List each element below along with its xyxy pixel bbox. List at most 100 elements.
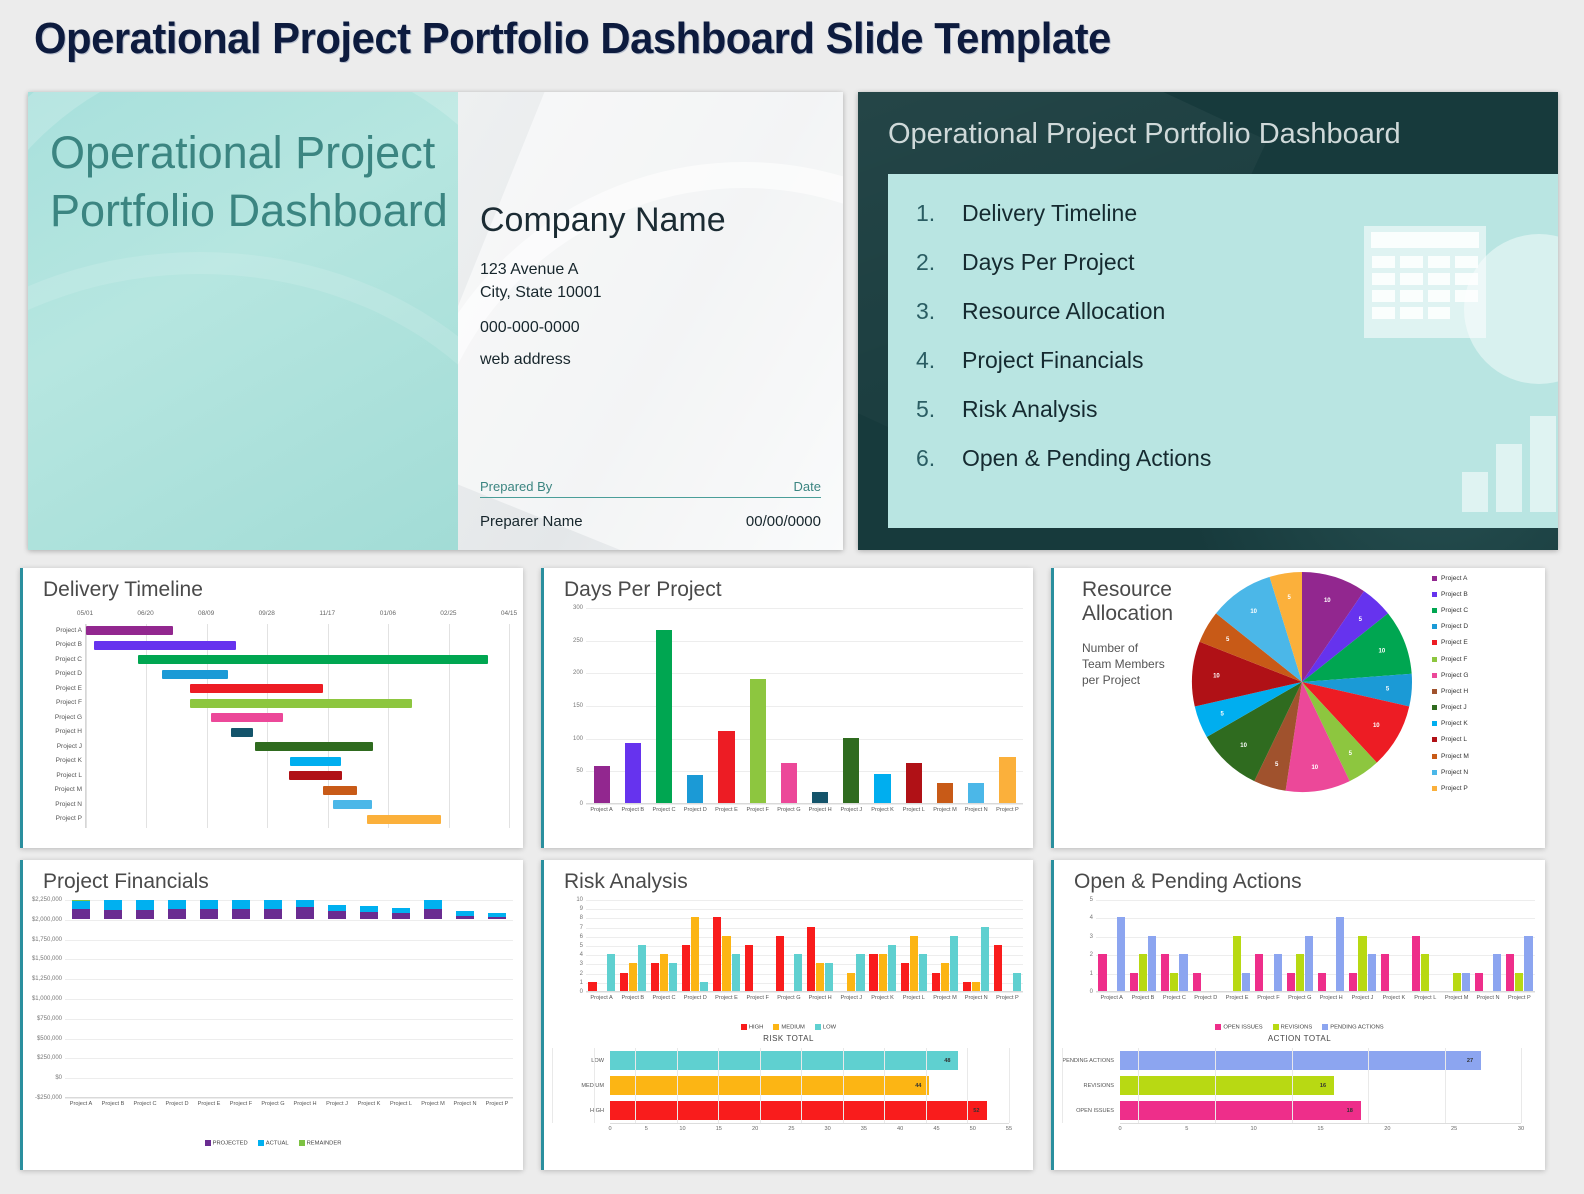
bar[interactable] (843, 738, 860, 803)
bar-revisions[interactable] (1421, 954, 1430, 991)
bar-slot[interactable] (129, 899, 161, 1097)
bar-medium[interactable] (691, 917, 700, 991)
bar-slot[interactable] (449, 900, 481, 1097)
stacked-bar[interactable] (359, 900, 379, 1097)
bar-pending-actions[interactable] (1524, 935, 1533, 991)
stacked-bar[interactable] (231, 899, 251, 1097)
stacked-bar[interactable] (135, 899, 155, 1097)
bar-high[interactable] (619, 972, 628, 991)
hbar-fill[interactable] (610, 1101, 988, 1121)
bar-medium[interactable] (878, 954, 887, 991)
bar-slot[interactable] (961, 608, 992, 803)
pie-legend-item[interactable]: Project B (1432, 586, 1469, 602)
pie-legend-item[interactable]: Project K (1432, 716, 1469, 732)
bar-slot[interactable] (992, 608, 1023, 803)
hbar-row[interactable]: MEDIUM 44 (552, 1073, 1009, 1098)
bar-slot[interactable] (898, 608, 929, 803)
bar[interactable] (655, 630, 673, 803)
legend-item[interactable]: HIGH (740, 1023, 763, 1030)
legend-item[interactable]: PROJECTED (204, 1139, 248, 1146)
bar-low[interactable] (950, 935, 959, 991)
bar-open-issues[interactable] (1380, 954, 1389, 991)
bar-slot[interactable] (680, 608, 711, 803)
hbar-fill[interactable] (1120, 1051, 1481, 1071)
bar-open-issues[interactable] (1506, 954, 1515, 991)
bar-segment-projected[interactable] (71, 909, 91, 919)
bar-slot[interactable] (481, 900, 513, 1097)
bar-slot[interactable] (711, 608, 742, 803)
gantt-bar[interactable] (189, 698, 412, 708)
bar-slot[interactable] (97, 899, 129, 1097)
bar-slot[interactable] (1221, 900, 1252, 991)
pie-legend-item[interactable]: Project C (1432, 602, 1469, 618)
bar-low[interactable] (918, 954, 927, 991)
stacked-bar[interactable] (103, 899, 123, 1097)
bar-high[interactable] (963, 981, 972, 991)
bar-slot[interactable] (1410, 900, 1441, 991)
bar-segment-projected[interactable] (487, 916, 507, 919)
bar[interactable] (687, 774, 704, 803)
bar-segment-actual[interactable] (135, 900, 155, 910)
title-slide[interactable]: Operational Project Portfolio Dashboard … (28, 92, 843, 550)
bar-open-issues[interactable] (1192, 972, 1201, 991)
bar-pending-actions[interactable] (1148, 935, 1157, 991)
bar-high[interactable] (650, 963, 659, 991)
bar-low[interactable] (825, 963, 834, 991)
bar-slot[interactable] (742, 900, 773, 991)
bar-segment-actual[interactable] (263, 899, 283, 910)
hbar-fill[interactable] (1120, 1076, 1334, 1096)
pie-legend-item[interactable]: Project P (1432, 780, 1469, 796)
bar-medium[interactable] (628, 963, 637, 991)
bar-pending-actions[interactable] (1336, 917, 1345, 991)
bar-high[interactable] (682, 944, 691, 991)
bar-segment-actual[interactable] (71, 901, 91, 910)
bar-segment-actual[interactable] (231, 899, 251, 910)
pie-legend-item[interactable]: Project F (1432, 651, 1469, 667)
pie-legend-item[interactable]: Project N (1432, 764, 1469, 780)
bar-slot[interactable] (321, 900, 353, 1097)
gantt-bar[interactable] (189, 684, 323, 694)
bar-pending-actions[interactable] (1461, 972, 1470, 991)
bar-segment-projected[interactable] (423, 909, 443, 919)
gantt-row[interactable]: Project H (55, 725, 509, 740)
bar-slot[interactable] (836, 608, 867, 803)
bar-low[interactable] (981, 926, 990, 991)
bar-medium[interactable] (722, 935, 731, 991)
pie-legend-item[interactable]: Project G (1432, 667, 1469, 683)
pie-legend-item[interactable]: Project A (1432, 570, 1469, 586)
bar-slot[interactable] (711, 900, 742, 991)
gantt-row[interactable]: Project B (56, 638, 509, 653)
card-days-per-project[interactable]: Days Per Project 0 50 100 150 200 250 300 Proje… (541, 568, 1033, 848)
gantt-bar[interactable] (211, 713, 283, 723)
pie-legend-item[interactable]: Project M (1432, 748, 1469, 764)
stacked-bar[interactable] (391, 900, 411, 1097)
bar-slot[interactable] (385, 900, 417, 1097)
bar-low[interactable] (700, 981, 709, 991)
stacked-bar[interactable] (295, 899, 315, 1097)
bar-slot[interactable] (65, 899, 97, 1097)
bar[interactable] (905, 763, 922, 803)
gantt-bar[interactable] (322, 785, 357, 795)
gantt-bar[interactable] (289, 756, 342, 766)
bar-revisions[interactable] (1170, 972, 1179, 991)
bar-slot[interactable] (225, 899, 257, 1097)
card-risk-analysis[interactable]: Risk Analysis 0 1 2 3 4 5 6 7 8 9 10 Project A Proje… (541, 860, 1033, 1170)
bar-low[interactable] (1012, 972, 1021, 991)
bar[interactable] (780, 763, 798, 803)
bar-low[interactable] (637, 944, 646, 991)
bar-slot[interactable] (929, 900, 960, 991)
bar-slot[interactable] (586, 608, 617, 803)
gantt-bar[interactable] (137, 655, 488, 665)
bar-low[interactable] (669, 963, 678, 991)
gantt-row[interactable]: Project E (56, 682, 509, 697)
bar-slot[interactable] (898, 900, 929, 991)
hbar-row[interactable]: LOW 48 (552, 1048, 1009, 1073)
gantt-row[interactable]: Project L (56, 769, 509, 784)
bar-open-issues[interactable] (1098, 954, 1107, 991)
bar-medium[interactable] (972, 981, 981, 991)
stacked-bar[interactable] (167, 899, 187, 1097)
bar-pending-actions[interactable] (1304, 935, 1314, 991)
bar[interactable] (874, 773, 891, 803)
stacked-bar[interactable] (199, 899, 219, 1097)
agenda-item-4[interactable]: 4. Project Financials (916, 347, 1558, 374)
